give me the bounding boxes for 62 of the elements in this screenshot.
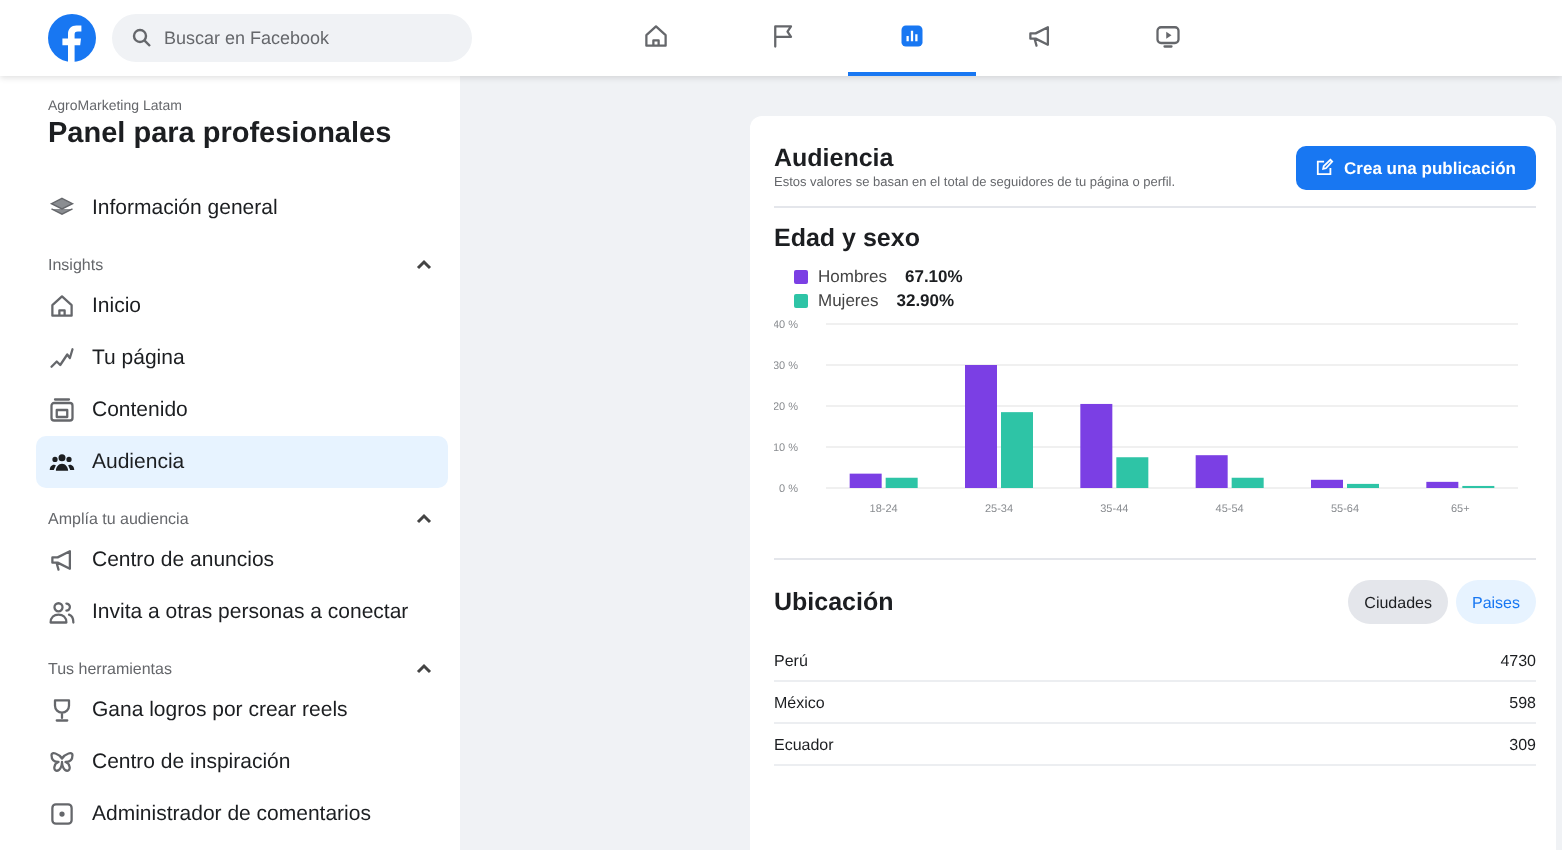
home-icon [48,292,76,320]
legend-label: Mujeres [818,290,879,310]
bar [1311,479,1343,488]
follower-count: 598 [1509,693,1536,711]
sidebar-item[interactable]: Inicio [36,280,448,332]
sidebar-item[interactable]: Audiencia [36,436,448,488]
legend-label: Hombres [818,266,887,286]
search-icon [132,28,152,48]
bar [885,477,918,488]
trophy-icon [48,696,76,724]
country-name: Ecuador [774,735,834,753]
panel-title: Panel para profesionales [48,118,394,150]
sidebar-item[interactable]: Información general [36,182,448,234]
sidebar-item[interactable]: Administrador de comentarios [36,788,448,840]
butterfly-icon [48,748,76,776]
bar [1080,403,1113,488]
follower-count: 4730 [1500,651,1536,669]
megaphone-icon [48,546,76,574]
bar [1231,477,1264,488]
sidebar-item[interactable]: Centro de inspiración [36,736,448,788]
people-icon [48,598,76,626]
logo-icon[interactable] [48,14,96,62]
bar [1426,481,1459,488]
bar-chart-icon [898,22,926,50]
chevron-up-icon[interactable] [416,258,432,270]
sidebar-item[interactable]: Invita a otras personas a conectar [36,586,448,638]
sidebar-item[interactable]: Tu página [36,332,448,384]
bar [1116,457,1149,488]
bar [965,365,997,488]
legend-value: 32.90% [896,290,955,310]
section-heading: Ubicación [774,588,894,616]
edit-icon [1316,158,1335,176]
chevron-up-icon[interactable] [416,662,432,674]
search-field[interactable]: Buscar en Facebook [112,14,472,62]
trend-line-icon [48,344,76,372]
section-heading: Edad y sexo [774,224,922,252]
video-icon [1154,22,1182,50]
chevron-up-icon[interactable] [416,512,432,524]
filter-toggle[interactable]: Paises [1455,580,1536,624]
section-title: Tus herramientas [48,659,172,677]
create-post-button[interactable]: Crea una publicación [1296,145,1536,189]
people-icon [48,448,76,476]
bar [1195,455,1228,488]
flag-icon [770,22,798,50]
section-heading: Audiencia [774,144,896,172]
megaphone-icon [1026,22,1054,50]
filter-toggle[interactable]: Ciudades [1348,580,1448,624]
bar [1001,412,1033,488]
bar [849,473,882,488]
section-title: Insights [48,255,104,273]
country-name: México [774,693,825,711]
legend-value: 67.10% [904,266,963,286]
bar [1347,483,1379,488]
sidebar-item[interactable]: Contenido [36,384,448,436]
follower-count: 309 [1509,735,1536,753]
home-icon [642,22,670,50]
sidebar-item[interactable]: Centro de anuncios [36,534,448,586]
comment-icon [48,800,76,828]
section-title: Amplía tu audiencia [48,509,189,527]
country-name: Perú [774,651,808,669]
content-icon [48,396,76,424]
sidebar-item[interactable]: Gana logros por crear reels [36,684,448,736]
